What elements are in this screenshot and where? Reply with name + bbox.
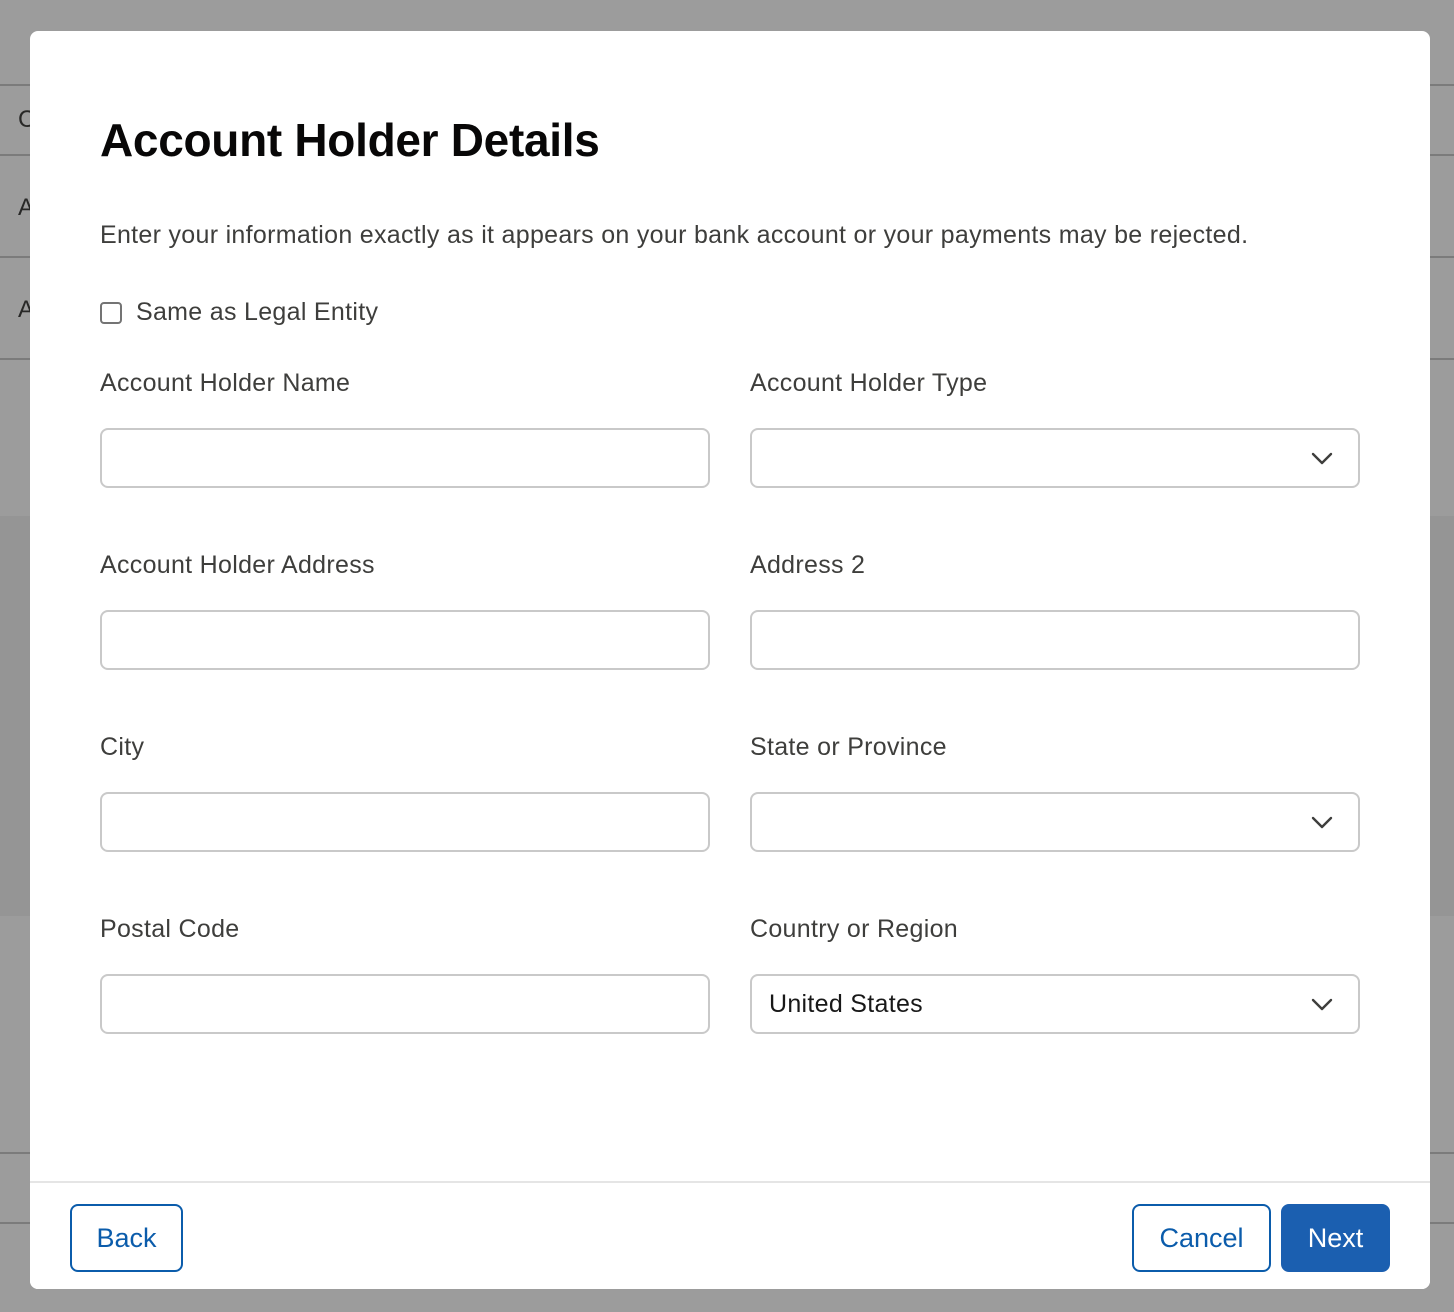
back-button[interactable]: Back (70, 1204, 183, 1272)
state-or-province-select[interactable] (750, 792, 1360, 852)
cancel-button[interactable]: Cancel (1132, 1204, 1271, 1272)
chevron-down-icon (1311, 816, 1333, 829)
country-or-region-label: Country or Region (750, 915, 958, 943)
account-holder-address-label: Account Holder Address (100, 551, 375, 579)
account-holder-type-select[interactable] (750, 428, 1360, 488)
address-2-label: Address 2 (750, 551, 866, 579)
modal-description: Enter your information exactly as it app… (100, 221, 1249, 249)
address-2-input[interactable] (750, 610, 1360, 670)
same-as-legal-entity-checkbox[interactable]: Same as Legal Entity (100, 298, 378, 327)
state-or-province-label: State or Province (750, 733, 947, 761)
account-holder-address-input[interactable] (100, 610, 710, 670)
next-button[interactable]: Next (1281, 1204, 1390, 1272)
account-holder-modal: Account Holder Details Enter your inform… (30, 31, 1430, 1289)
select-value: United States (769, 990, 923, 1018)
account-holder-name-field: Account Holder Name (100, 366, 710, 488)
city-label: City (100, 733, 145, 761)
postal-code-field: Postal Code (100, 912, 710, 1034)
city-field: City (100, 730, 710, 852)
state-or-province-field: State or Province (750, 730, 1360, 852)
chevron-down-icon (1311, 998, 1333, 1011)
account-holder-name-input[interactable] (100, 428, 710, 488)
account-holder-type-label: Account Holder Type (750, 369, 988, 397)
country-or-region-select[interactable]: United States (750, 974, 1360, 1034)
postal-code-input[interactable] (100, 974, 710, 1034)
checkbox-icon[interactable] (100, 301, 122, 324)
modal-footer: Back Cancel Next (30, 1181, 1430, 1289)
account-holder-type-field: Account Holder Type (750, 366, 1360, 488)
modal-title: Account Holder Details (100, 114, 600, 166)
city-input[interactable] (100, 792, 710, 852)
address-2-field: Address 2 (750, 548, 1360, 670)
country-or-region-field: Country or Region United States (750, 912, 1360, 1034)
account-holder-name-label: Account Holder Name (100, 369, 351, 397)
chevron-down-icon (1311, 452, 1333, 465)
account-holder-address-field: Account Holder Address (100, 548, 710, 670)
postal-code-label: Postal Code (100, 915, 240, 943)
same-as-legal-entity-label: Same as Legal Entity (136, 298, 379, 326)
